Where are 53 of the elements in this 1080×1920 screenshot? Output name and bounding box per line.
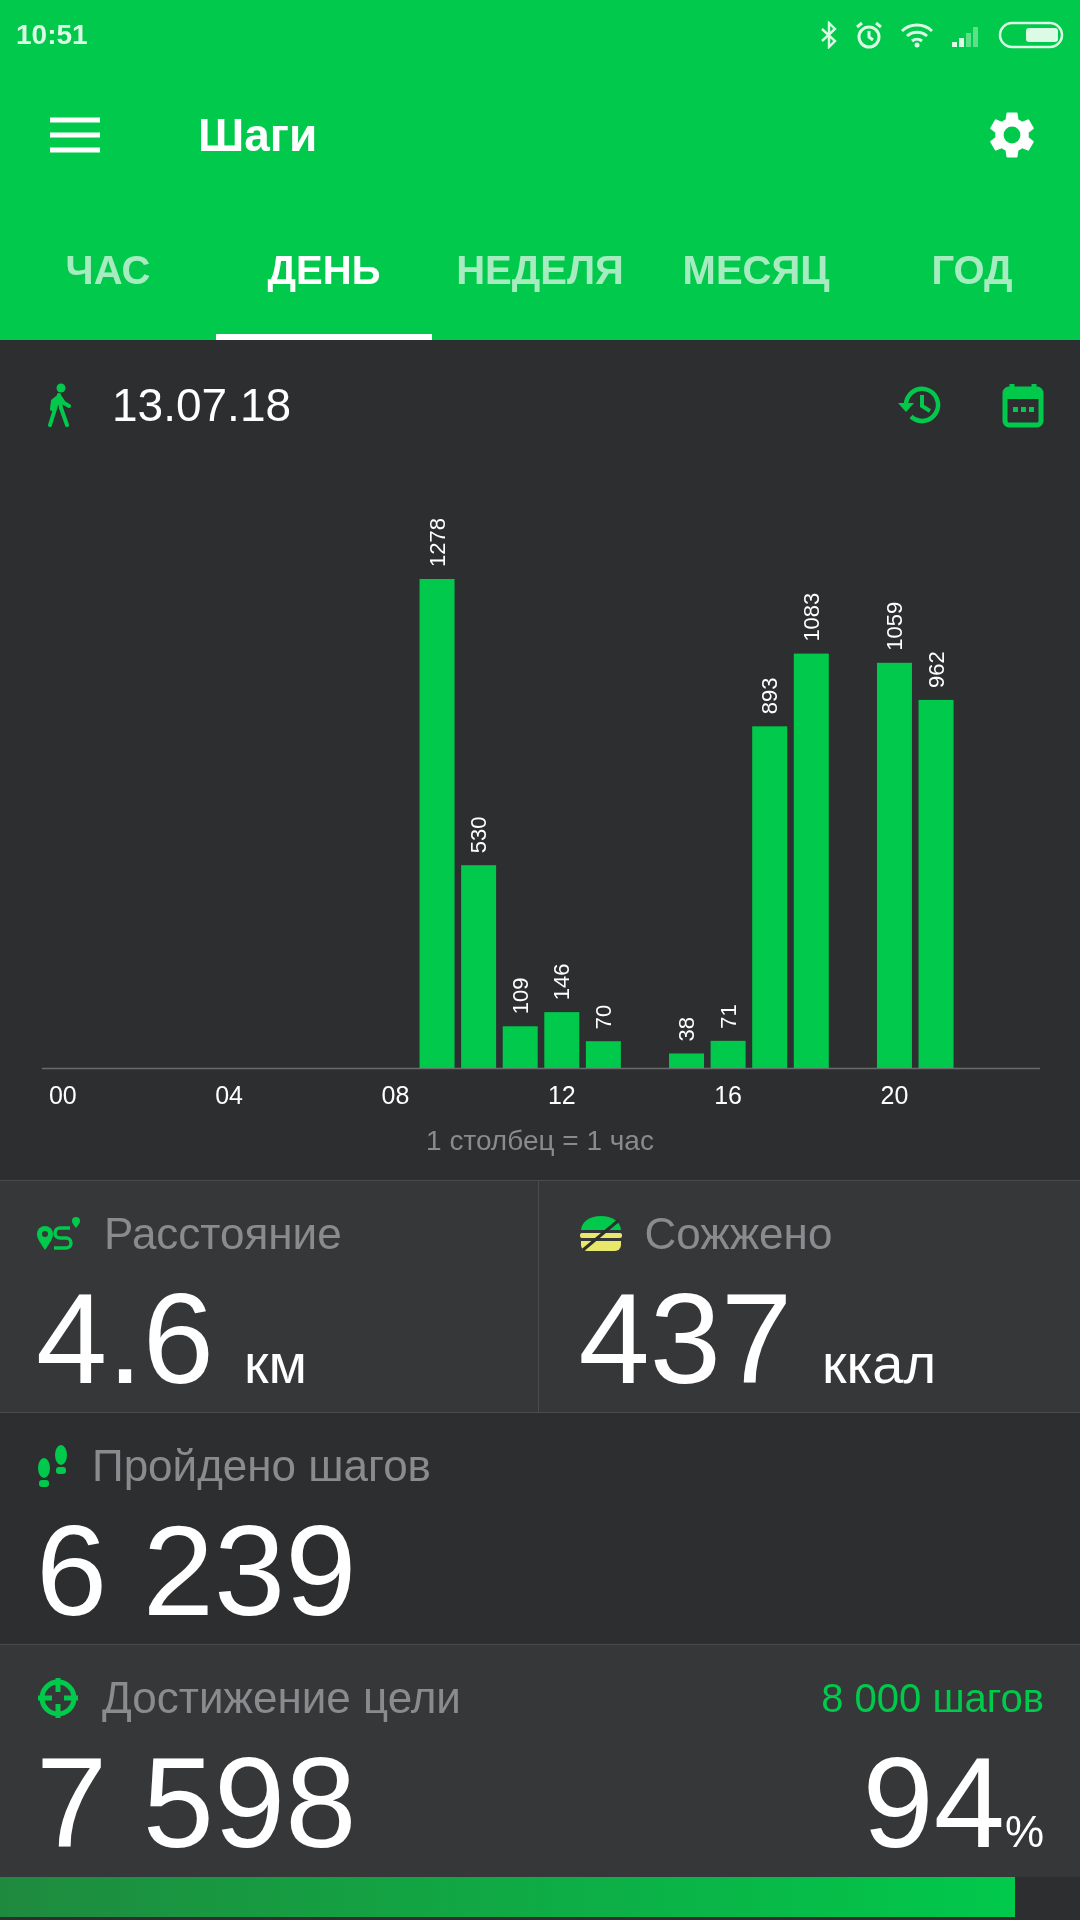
burger-icon [578,1214,623,1254]
goal-steps-value: 7 598 [36,1739,357,1867]
stat-unit: км [243,1331,307,1397]
chart-caption: 1 столбец = 1 час [425,1124,655,1158]
bar-value-label: 109 [507,977,533,1015]
bar-value-label: 1059 [881,601,907,651]
bar-value-label: 530 [466,816,492,854]
tab[interactable]: НЕДЕЛЯ [432,200,648,340]
footprints-icon [36,1444,70,1488]
stat-value: 4.6 [36,1275,214,1403]
bar-value-label: 1278 [424,518,450,567]
bluetooth-icon [820,21,838,49]
goal-percent: 94 [862,1739,1005,1867]
alarm-icon [854,20,884,50]
stat-unit: ккал [822,1331,937,1397]
stat-label: Расстояние [104,1208,342,1260]
stat-label: Сожжено [644,1208,833,1260]
goal-target: 8 000 шагов [821,1675,1044,1722]
x-tick-label: 20 [880,1081,909,1109]
bar-value-label: 70 [590,1004,616,1030]
goal-label: Достижение цели [102,1672,461,1724]
bar [585,1041,621,1068]
stat-value: 6 239 [36,1507,357,1635]
bar-value-label: 38 [674,1017,700,1042]
stat-label: Пройдено шагов [92,1440,431,1492]
target-icon [36,1676,80,1720]
bar [669,1053,705,1068]
bar-value-label: 962 [923,651,949,688]
tab[interactable]: ГОД [864,200,1080,340]
bar-value-label: 893 [757,677,783,715]
bar-value-label: 146 [549,963,575,1001]
bar [502,1026,538,1068]
tab[interactable]: ЧАС [0,200,216,340]
x-tick-label: 00 [48,1081,77,1109]
tab[interactable]: МЕСЯЦ [648,200,864,340]
status-time: 10:51 [16,18,88,52]
stat-value: 437 [578,1275,793,1403]
battery-icon [998,20,1064,50]
bar-value-label: 1083 [798,592,824,642]
x-tick-label: 16 [714,1081,743,1109]
bar-value-label: 71 [715,1004,741,1029]
date-label: 13.07.18 [112,377,292,433]
bar [544,1012,580,1068]
wifi-icon [900,22,934,48]
bar [710,1040,746,1068]
percent-sign: % [1004,1806,1044,1858]
tab[interactable]: ДЕНЬ [216,200,432,340]
screen-title: Шаги [198,107,318,163]
x-tick-label: 08 [381,1081,410,1109]
x-tick-label: 12 [547,1081,576,1109]
calendar-icon[interactable] [1002,382,1044,428]
walking-person-icon [46,383,72,427]
x-tick-label: 04 [215,1081,244,1109]
